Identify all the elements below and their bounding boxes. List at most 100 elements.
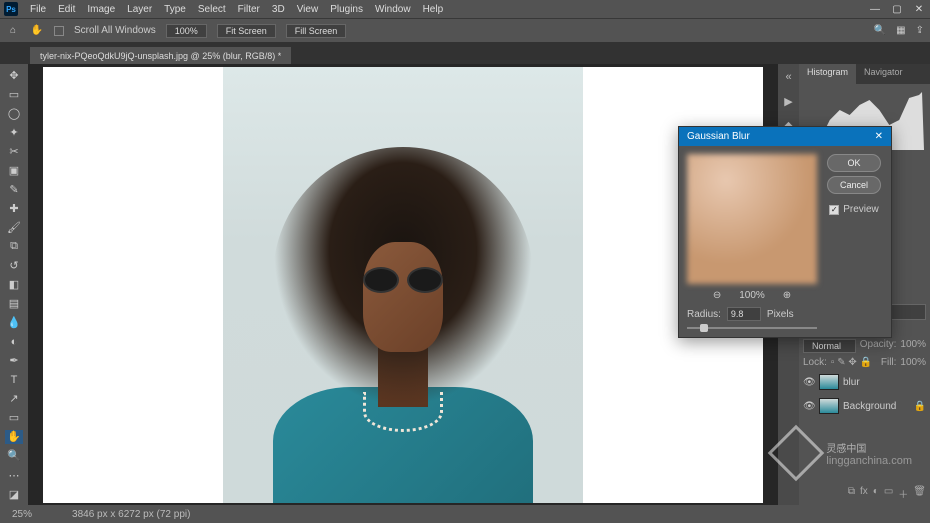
scroll-all-checkbox[interactable] bbox=[54, 26, 64, 36]
cancel-button[interactable]: Cancel bbox=[827, 176, 881, 194]
search-icon[interactable]: 🔍 bbox=[874, 25, 886, 36]
dodge-tool-icon[interactable]: ◐ bbox=[5, 335, 23, 349]
marquee-tool-icon[interactable]: ▭ bbox=[5, 87, 23, 101]
layer-name[interactable]: blur bbox=[843, 377, 860, 388]
lock-icons[interactable]: ▫ ✎ ✥ 🔒 bbox=[831, 357, 872, 368]
layer-row[interactable]: 👁 Background 🔒 bbox=[803, 396, 926, 416]
lasso-tool-icon[interactable]: ◯ bbox=[5, 106, 23, 120]
link-icon[interactable]: ⧉ bbox=[848, 486, 855, 501]
menu-edit[interactable]: Edit bbox=[58, 4, 75, 15]
shape-tool-icon[interactable]: ▭ bbox=[5, 411, 23, 425]
document-canvas bbox=[43, 67, 763, 503]
radius-slider[interactable] bbox=[687, 327, 817, 329]
zoom-out-icon[interactable]: ⊖ bbox=[713, 290, 721, 301]
color-swatch-icon[interactable]: ◪ bbox=[5, 487, 23, 501]
blend-mode-select[interactable]: Normal bbox=[803, 339, 856, 353]
eraser-tool-icon[interactable]: ◧ bbox=[5, 278, 23, 292]
eyedropper-tool-icon[interactable]: ✎ bbox=[5, 182, 23, 196]
zoom-tool-icon[interactable]: 🔍 bbox=[5, 449, 23, 463]
brush-tool-icon[interactable]: 🖌 bbox=[5, 220, 23, 234]
hand-tool-icon[interactable]: ✋ bbox=[30, 24, 44, 38]
menu-type[interactable]: Type bbox=[164, 4, 186, 15]
fit-screen-button[interactable]: Fit Screen bbox=[217, 24, 276, 38]
opacity-value[interactable]: 100% bbox=[900, 339, 926, 353]
menu-window[interactable]: Window bbox=[375, 4, 411, 15]
lock-label: Lock: bbox=[803, 357, 827, 368]
visibility-icon[interactable]: 👁 bbox=[803, 377, 815, 388]
wand-tool-icon[interactable]: ✦ bbox=[5, 125, 23, 139]
document-tab[interactable]: tyler-nix-PQeoQdkU9jQ-unsplash.jpg @ 25%… bbox=[30, 47, 291, 64]
zoom-level-select[interactable]: 100% bbox=[166, 24, 207, 38]
fill-value[interactable]: 100% bbox=[900, 357, 926, 368]
workspace-icon[interactable]: ▦ bbox=[896, 25, 905, 36]
close-icon[interactable]: ✕ bbox=[875, 131, 883, 142]
heal-tool-icon[interactable]: ✚ bbox=[5, 201, 23, 215]
ps-logo: Ps bbox=[4, 2, 18, 16]
mask-icon[interactable]: ◐ bbox=[873, 486, 879, 501]
fx-icon[interactable]: fx bbox=[860, 486, 868, 501]
menu-bar: Ps File Edit Image Layer Type Select Fil… bbox=[0, 0, 930, 18]
history-brush-icon[interactable]: ↺ bbox=[5, 258, 23, 272]
menu-layer[interactable]: Layer bbox=[127, 4, 152, 15]
stamp-tool-icon[interactable]: ⧉ bbox=[5, 239, 23, 253]
canvas-area[interactable] bbox=[28, 64, 778, 505]
gradient-tool-icon[interactable]: ▤ bbox=[5, 297, 23, 311]
menu-image[interactable]: Image bbox=[87, 4, 115, 15]
dialog-title: Gaussian Blur bbox=[687, 131, 750, 142]
photo-content bbox=[223, 67, 583, 503]
opacity-label: Opacity: bbox=[860, 339, 897, 353]
lock-icon: 🔒 bbox=[914, 401, 926, 412]
menu-view[interactable]: View bbox=[297, 4, 319, 15]
dialog-zoom-value: 100% bbox=[739, 290, 765, 301]
tab-navigator[interactable]: Navigator bbox=[856, 64, 911, 84]
layer-row[interactable]: 👁 blur bbox=[803, 372, 926, 392]
status-dims: 3846 px x 6272 px (72 ppi) bbox=[72, 509, 190, 520]
menu-plugins[interactable]: Plugins bbox=[330, 4, 363, 15]
delete-icon[interactable]: 🗑 bbox=[913, 486, 926, 501]
zoom-in-icon[interactable]: ⊕ bbox=[783, 290, 791, 301]
new-layer-icon[interactable]: ＋ bbox=[898, 486, 908, 501]
menu-3d[interactable]: 3D bbox=[272, 4, 285, 15]
menu-help[interactable]: Help bbox=[423, 4, 444, 15]
menu-filter[interactable]: Filter bbox=[238, 4, 260, 15]
options-bar: ⌂ ✋ Scroll All Windows 100% Fit Screen F… bbox=[0, 18, 930, 42]
visibility-icon[interactable]: 👁 bbox=[803, 401, 815, 412]
fill-screen-button[interactable]: Fill Screen bbox=[286, 24, 347, 38]
window-close-icon[interactable]: ✕ bbox=[912, 4, 926, 15]
type-tool-icon[interactable]: T bbox=[5, 373, 23, 387]
status-bar: 25% 3846 px x 6272 px (72 ppi) bbox=[0, 505, 930, 523]
preview-label: Preview bbox=[843, 204, 879, 215]
scroll-all-label: Scroll All Windows bbox=[74, 25, 156, 36]
menu-select[interactable]: Select bbox=[198, 4, 226, 15]
fill-label: Fill: bbox=[881, 357, 897, 368]
crop-tool-icon[interactable]: ✂ bbox=[5, 144, 23, 158]
window-minimize-icon[interactable]: — bbox=[868, 4, 882, 15]
share-icon[interactable]: ⇪ bbox=[916, 25, 924, 36]
radius-input[interactable] bbox=[727, 307, 761, 321]
frame-tool-icon[interactable]: ▣ bbox=[5, 163, 23, 177]
pen-tool-icon[interactable]: ✒ bbox=[5, 354, 23, 368]
hand-tool-icon[interactable]: ✋ bbox=[5, 430, 23, 444]
collapse-icon[interactable]: « bbox=[782, 70, 796, 84]
window-restore-icon[interactable]: ▢ bbox=[890, 4, 904, 15]
layer-thumbnail bbox=[819, 398, 839, 414]
status-zoom[interactable]: 25% bbox=[12, 509, 32, 520]
gaussian-blur-dialog: Gaussian Blur ✕ ⊖ 100% ⊕ Radius: Pixels … bbox=[678, 126, 892, 338]
tab-histogram[interactable]: Histogram bbox=[799, 64, 856, 84]
document-tabs: tyler-nix-PQeoQdkU9jQ-unsplash.jpg @ 25%… bbox=[0, 42, 930, 64]
edit-toolbar-icon[interactable]: ⋯ bbox=[5, 468, 23, 482]
home-icon[interactable]: ⌂ bbox=[6, 24, 20, 38]
menu-file[interactable]: File bbox=[30, 4, 46, 15]
radius-label: Radius: bbox=[687, 309, 721, 320]
move-tool-icon[interactable]: ✥ bbox=[5, 68, 23, 82]
dialog-preview-image[interactable] bbox=[687, 154, 817, 284]
layer-name[interactable]: Background bbox=[843, 401, 896, 412]
new-group-icon[interactable]: ▭ bbox=[884, 486, 893, 501]
path-tool-icon[interactable]: ↗ bbox=[5, 392, 23, 406]
ok-button[interactable]: OK bbox=[827, 154, 881, 172]
layer-thumbnail bbox=[819, 374, 839, 390]
preview-checkbox[interactable]: ✓ bbox=[829, 205, 839, 215]
play-icon[interactable]: ▶ bbox=[782, 94, 796, 108]
blur-tool-icon[interactable]: 💧 bbox=[5, 316, 23, 330]
tools-panel: ✥ ▭ ◯ ✦ ✂ ▣ ✎ ✚ 🖌 ⧉ ↺ ◧ ▤ 💧 ◐ ✒ T ↗ ▭ ✋ … bbox=[0, 64, 28, 505]
